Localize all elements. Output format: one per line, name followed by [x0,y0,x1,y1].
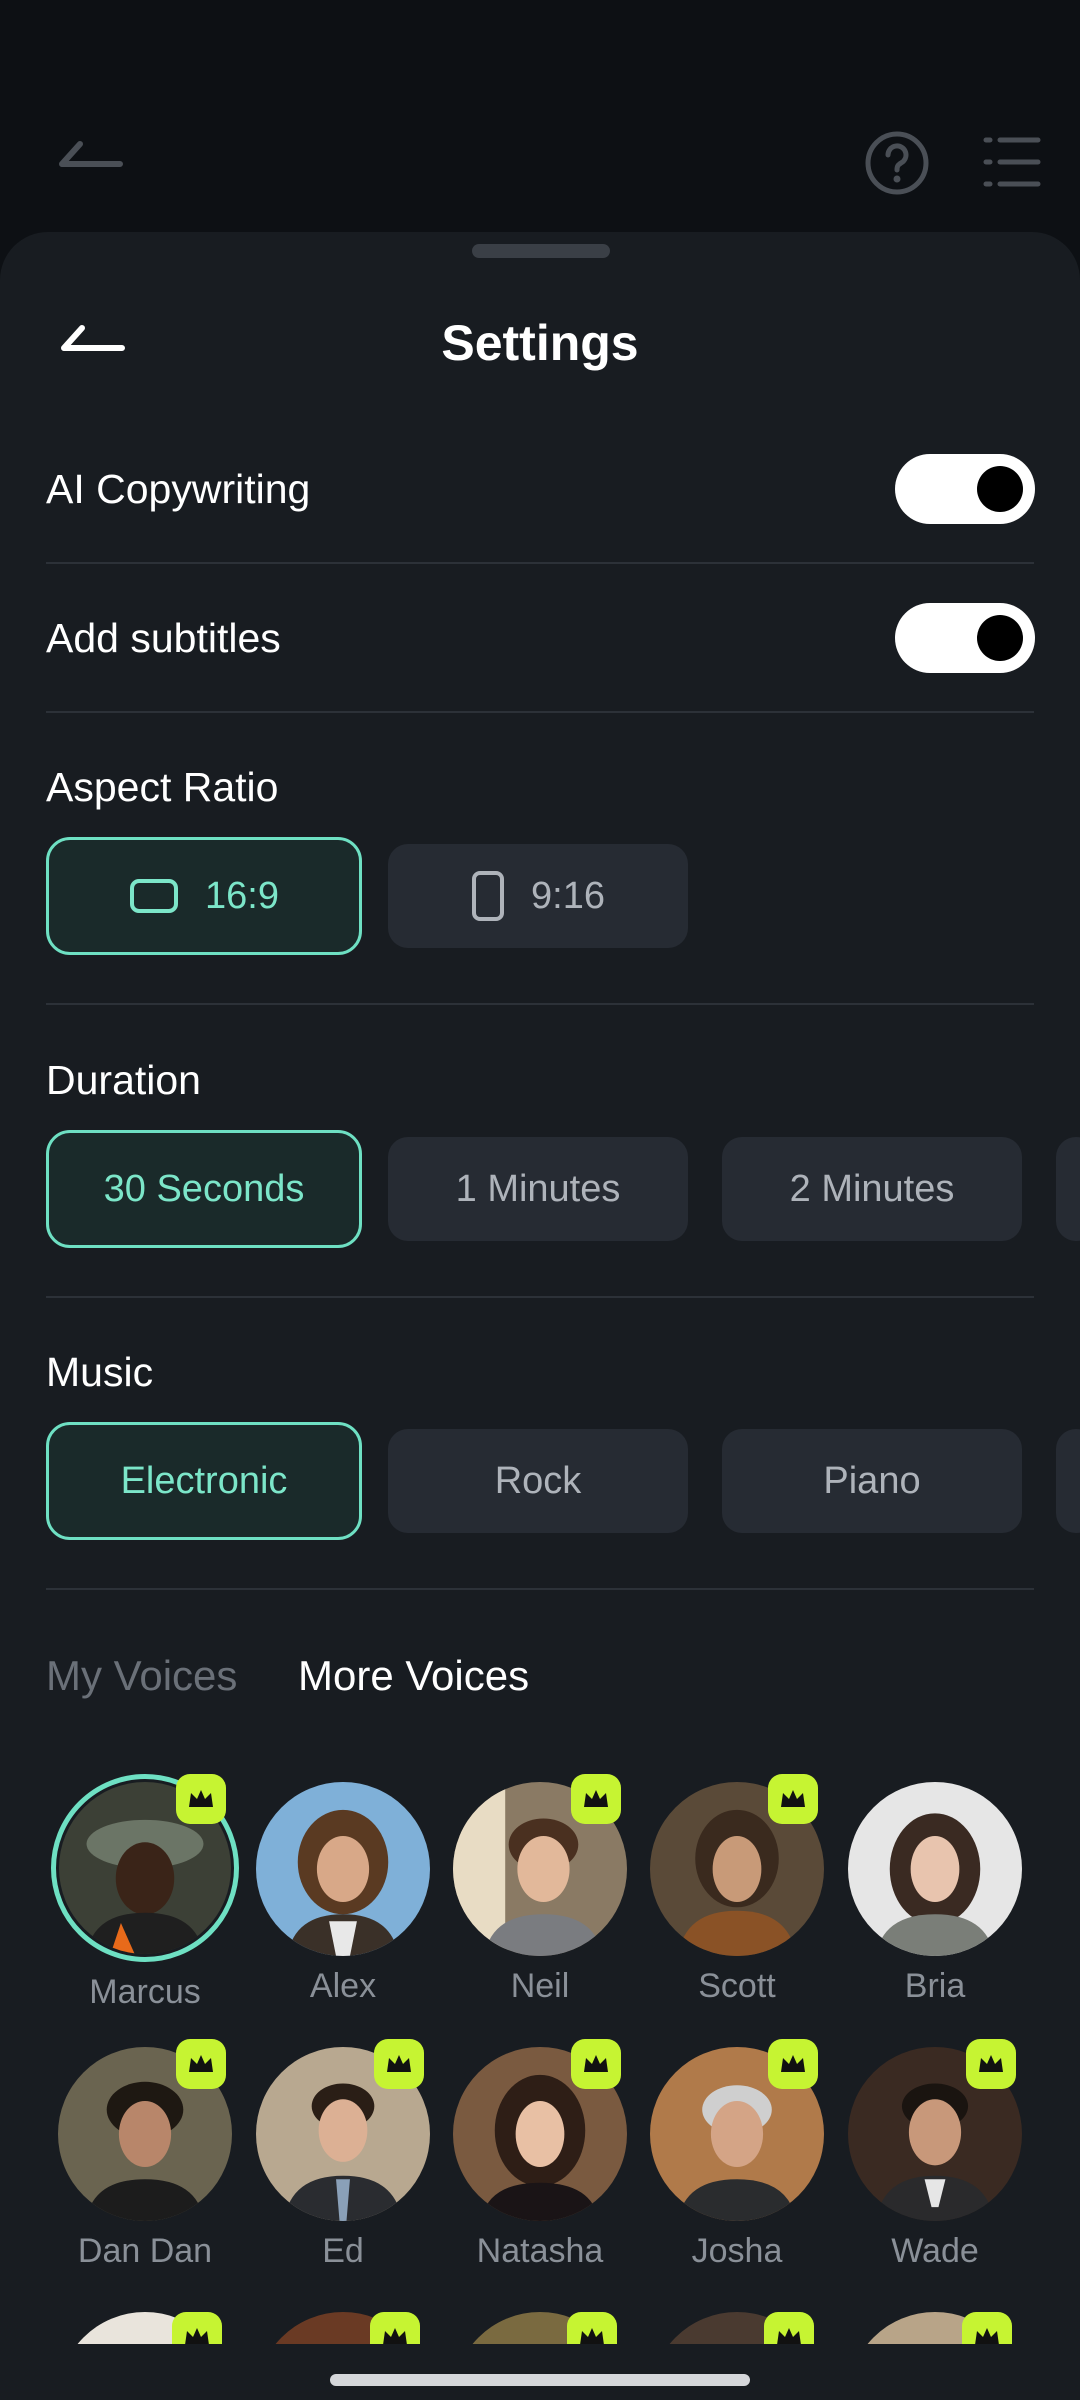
voice-dan-dan[interactable]: Dan Dan [50,2039,240,2273]
chip-label: Rock [494,1459,582,1502]
music-piano-chip[interactable]: Piano [722,1429,1022,1533]
music-more-chip[interactable] [1056,1429,1080,1533]
voice-wade[interactable]: Wade [840,2039,1030,2273]
duration-1-minute-chip[interactable]: 1 Minutes [388,1137,688,1241]
top-bar [0,0,1080,232]
music-label: Music [46,1349,154,1395]
ai-copywriting-label: AI Copywriting [46,466,311,512]
sheet-title: Settings [441,315,639,371]
premium-crown-icon [176,2039,226,2089]
voice-natasha[interactable]: Natasha [445,2039,635,2273]
divider [46,562,1034,564]
premium-crown-icon [764,2312,814,2344]
premium-crown-icon [374,2039,424,2089]
divider [46,1588,1034,1590]
voice-neil[interactable]: Neil [445,1774,635,2008]
home-indicator[interactable] [330,2374,750,2386]
premium-crown-icon [768,2039,818,2089]
portrait-icon [471,870,505,922]
settings-sheet: Settings AI Copywriting Add subtitles As… [0,232,1080,2400]
voice-name: Natasha [476,2232,604,2270]
voice-name: Bria [904,1967,966,2005]
voice-name: Josha [691,2232,783,2270]
premium-crown-icon [962,2312,1012,2344]
premium-crown-icon [768,1774,818,1824]
voice-bria[interactable]: Bria [840,1782,1030,2008]
premium-crown-icon [176,1774,226,1824]
divider [46,1296,1034,1298]
voice-name: Scott [698,1967,776,2005]
divider [46,711,1034,713]
chip-label: 30 Seconds [103,1167,305,1210]
voice-scott[interactable]: Scott [642,1774,832,2008]
aspect-9-16-chip[interactable]: 9:16 [388,844,688,948]
premium-crown-icon [571,1774,621,1824]
voice-name: Neil [510,1967,570,2005]
chip-label: 2 Minutes [789,1167,955,1210]
help-icon[interactable] [864,130,930,196]
aspect-16-9-chip[interactable]: 16:9 [46,837,362,955]
voice-alex[interactable]: Alex [248,1782,438,2008]
premium-crown-icon [571,2039,621,2089]
add-subtitles-toggle[interactable] [895,603,1035,673]
add-subtitles-label: Add subtitles [46,615,281,661]
premium-crown-icon [567,2312,617,2344]
duration-30-seconds-chip[interactable]: 30 Seconds [46,1130,362,1248]
avatar [848,1782,1022,1956]
chip-label: Piano [823,1459,921,1502]
chip-label: 1 Minutes [455,1167,621,1210]
ai-copywriting-toggle[interactable] [895,454,1035,524]
voice-name: Marcus [89,1973,201,2011]
aspect-9-16-label: 9:16 [531,874,605,917]
premium-crown-icon [370,2312,420,2344]
aspect-16-9-label: 16:9 [205,874,279,917]
menu-list-icon[interactable] [982,134,1042,190]
avatar [256,1782,430,1956]
voice-marcus[interactable]: Marcus [50,1774,240,2014]
chip-label: Electronic [120,1459,288,1502]
premium-crown-icon [172,2312,222,2344]
sheet-grabber[interactable] [472,244,610,258]
voice-ed[interactable]: Ed [248,2039,438,2273]
voice-name: Alex [309,1967,377,2005]
toggle-knob [977,466,1023,512]
duration-more-chip[interactable] [1056,1137,1080,1241]
duration-2-minutes-chip[interactable]: 2 Minutes [722,1137,1022,1241]
voice-row-partial [0,2312,1080,2344]
voice-name: Dan Dan [77,2232,213,2270]
landscape-icon [129,878,179,914]
music-electronic-chip[interactable]: Electronic [46,1422,362,1540]
voice-name: Wade [891,2232,979,2270]
voice-josha[interactable]: Josha [642,2039,832,2273]
aspect-ratio-label: Aspect Ratio [46,764,279,810]
voice-name: Ed [322,2232,364,2270]
tab-more-voices[interactable]: More Voices [298,1646,529,1706]
premium-crown-icon [966,2039,1016,2089]
toggle-knob [977,615,1023,661]
duration-label: Duration [46,1057,201,1103]
divider [46,1003,1034,1005]
music-rock-chip[interactable]: Rock [388,1429,688,1533]
tab-my-voices[interactable]: My Voices [46,1646,237,1706]
back-arrow-icon[interactable] [56,140,126,180]
